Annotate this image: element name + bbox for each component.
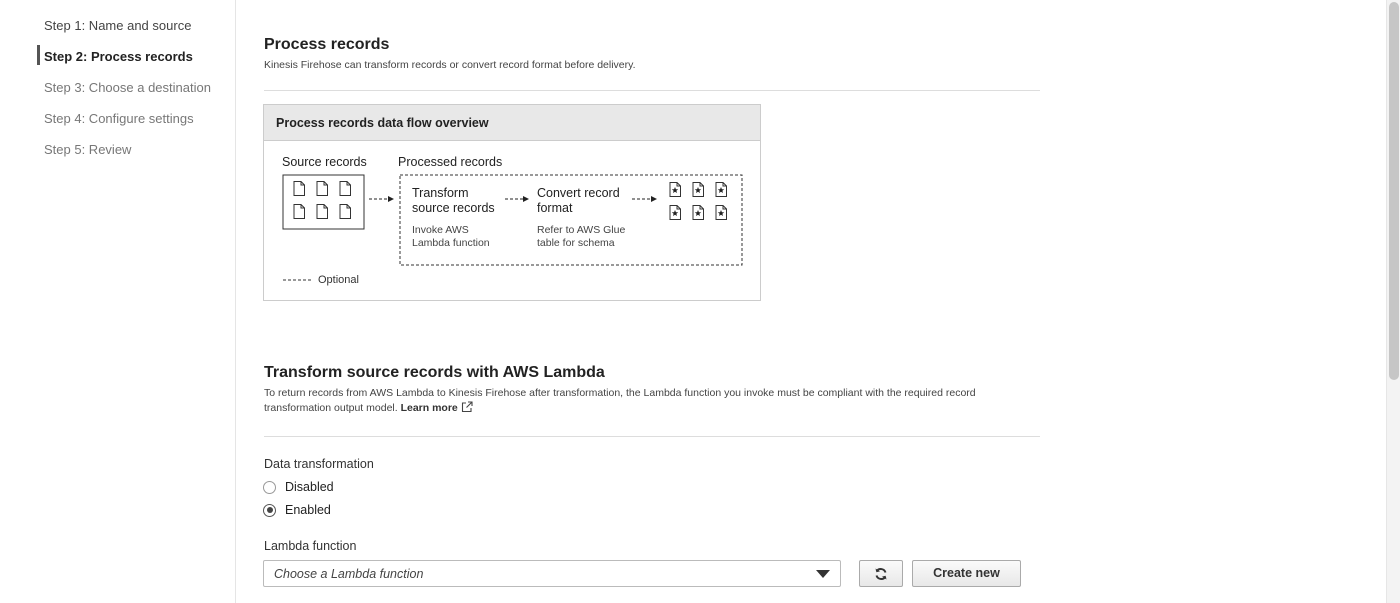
transform-title-line2: source records: [412, 201, 495, 215]
radio-button[interactable]: [263, 480, 276, 494]
starred-document-icon: [692, 182, 704, 197]
wizard-steps-nav: Step 1: Name and source Step 2: Process …: [0, 0, 236, 603]
divider: [264, 90, 1040, 91]
chevron-down-icon[interactable]: [816, 570, 830, 578]
data-transformation-label: Data transformation: [264, 457, 374, 471]
source-records-label: Source records: [282, 155, 367, 169]
select-placeholder: Choose a Lambda function: [274, 567, 424, 581]
page-title: Process records: [264, 36, 390, 53]
active-step-indicator: [37, 45, 40, 65]
data-flow-diagram: [282, 174, 743, 281]
step-configure-settings: Step 4: Configure settings: [44, 111, 194, 126]
document-icon: [293, 181, 305, 196]
starred-document-icon: [669, 182, 681, 197]
transform-title-line1: Transform: [412, 186, 469, 200]
processed-document-icons: [669, 182, 727, 220]
step-process-records[interactable]: Step 2: Process records: [44, 49, 193, 64]
step-review: Step 5: Review: [44, 142, 132, 157]
step-choose-destination: Step 3: Choose a destination: [44, 80, 211, 95]
radio-disabled-label[interactable]: Disabled: [285, 480, 334, 494]
radio-disabled[interactable]: Disabled: [263, 479, 334, 495]
learn-more-link[interactable]: Learn more: [401, 402, 458, 414]
document-icon: [339, 204, 351, 219]
step-name-and-source[interactable]: Step 1: Name and source: [44, 18, 191, 33]
document-icon: [316, 181, 328, 196]
lambda-function-label: Lambda function: [264, 539, 357, 553]
convert-title-line1: Convert record: [537, 186, 620, 200]
lambda-section-title: Transform source records with AWS Lambda: [264, 364, 605, 381]
scrollbar-thumb[interactable]: [1389, 2, 1399, 380]
lambda-function-select[interactable]: Choose a Lambda function: [263, 560, 841, 587]
divider: [264, 436, 1040, 437]
lambda-description-text: To return records from AWS Lambda to Kin…: [264, 387, 976, 414]
lambda-description: To return records from AWS Lambda to Kin…: [264, 386, 1024, 418]
transform-desc-line2: Lambda function: [412, 237, 490, 249]
document-icon: [293, 204, 305, 219]
create-new-button[interactable]: Create new: [912, 560, 1021, 587]
convert-desc-line2: table for schema: [537, 237, 615, 249]
refresh-icon: [875, 568, 887, 580]
starred-document-icon: [715, 182, 727, 197]
document-icon: [339, 181, 351, 196]
optional-legend-label: Optional: [318, 274, 359, 286]
radio-button-selected[interactable]: [263, 503, 276, 517]
convert-title-line2: format: [537, 201, 573, 215]
data-flow-overview-panel: Process records data flow overview Sourc…: [263, 104, 761, 301]
external-link-icon[interactable]: [461, 401, 473, 418]
page-scrollbar[interactable]: [1386, 0, 1400, 603]
starred-document-icon: [669, 205, 681, 220]
starred-document-icon: [715, 205, 727, 220]
document-icon: [316, 204, 328, 219]
radio-enabled-label[interactable]: Enabled: [285, 503, 331, 517]
page-subtitle: Kinesis Firehose can transform records o…: [264, 59, 636, 71]
processed-records-label: Processed records: [398, 155, 503, 169]
radio-enabled[interactable]: Enabled: [263, 502, 331, 518]
starred-document-icon: [692, 205, 704, 220]
convert-desc-line1: Refer to AWS Glue: [537, 224, 626, 236]
transform-desc-line1: Invoke AWS: [412, 224, 469, 236]
refresh-button[interactable]: [859, 560, 903, 587]
